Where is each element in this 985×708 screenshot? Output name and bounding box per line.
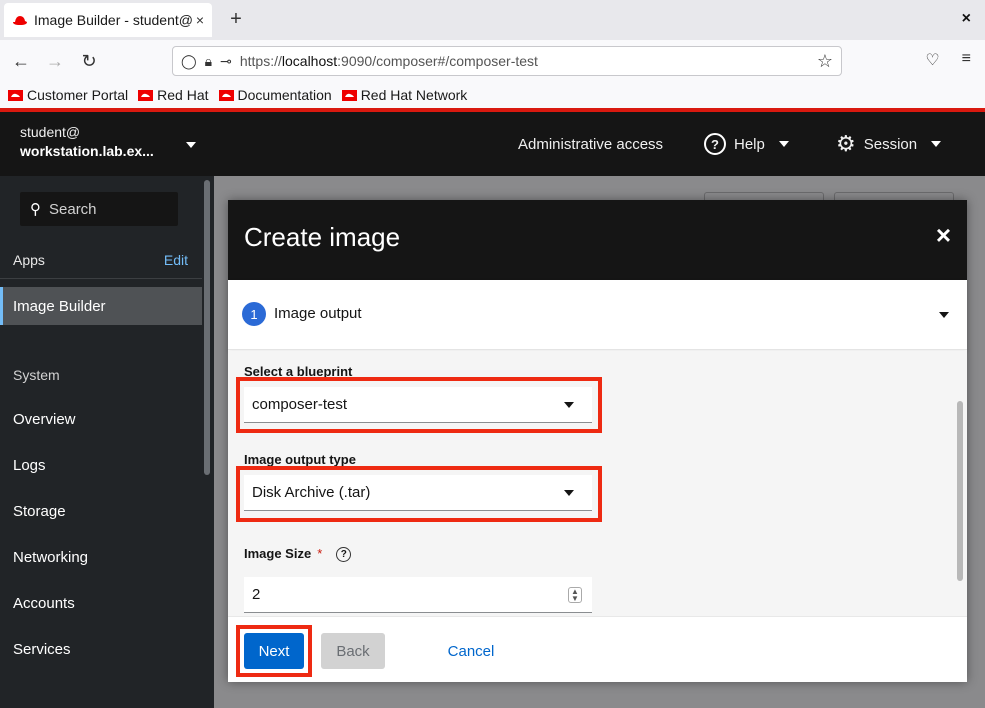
bookmark-documentation[interactable]: Documentation bbox=[218, 87, 332, 103]
bookmark-star-icon[interactable]: ☆ bbox=[817, 51, 833, 72]
highlight-box bbox=[236, 466, 602, 522]
chevron-down-icon bbox=[939, 312, 949, 318]
sidebar-item-storage[interactable]: Storage bbox=[13, 503, 66, 520]
step-label: Image output bbox=[274, 305, 362, 322]
reload-icon[interactable]: ↻ bbox=[72, 51, 106, 72]
bookmarks-bar: Customer Portal Red Hat Documentation Re… bbox=[0, 82, 985, 108]
back-button[interactable]: Back bbox=[321, 633, 385, 669]
edit-apps-link[interactable]: Edit bbox=[164, 252, 188, 268]
modal-title: Create image bbox=[244, 222, 401, 252]
sidebar-item-logs[interactable]: Logs bbox=[13, 457, 46, 474]
wizard-step-toggle[interactable]: 1 Image output bbox=[228, 280, 967, 350]
shield-icon: ◯ bbox=[181, 52, 197, 69]
forward-arrow-icon[interactable]: → bbox=[38, 51, 72, 72]
lock-icon: 🔒︎ bbox=[204, 52, 213, 69]
redhat-favicon-icon bbox=[13, 16, 27, 25]
key-icon: ⊸ bbox=[220, 52, 232, 69]
spinner-icon[interactable]: ▲ ▼ bbox=[568, 587, 582, 603]
search-input[interactable]: ⚲ Search bbox=[20, 192, 178, 226]
sidebar-item-networking[interactable]: Networking bbox=[13, 549, 88, 566]
sidebar-divider bbox=[0, 278, 202, 279]
url-bar[interactable]: ◯ 🔒︎ ⊸ https://localhost:9090/composer#/… bbox=[172, 46, 842, 76]
sidebar-item-services[interactable]: Services bbox=[13, 641, 71, 658]
new-tab-button[interactable]: + bbox=[224, 8, 248, 31]
host-name: workstation.lab.ex... bbox=[20, 143, 154, 159]
pocket-icon[interactable]: ♡ bbox=[925, 50, 939, 70]
search-placeholder: Search bbox=[49, 200, 97, 218]
highlight-box bbox=[236, 625, 312, 677]
image-size-input[interactable]: 2 ▲ ▼ bbox=[244, 577, 592, 613]
create-image-modal: Create image × 1 Image output Select a b… bbox=[228, 200, 967, 682]
chevron-down-icon bbox=[778, 141, 789, 147]
modal-header: Create image × bbox=[228, 200, 967, 280]
sidebar-item-overview[interactable]: Overview bbox=[13, 411, 76, 428]
output-type-label: Image output type bbox=[244, 452, 356, 467]
help-icon: ? bbox=[704, 133, 726, 155]
help-menu[interactable]: ? Help bbox=[704, 112, 789, 176]
help-icon[interactable]: ? bbox=[336, 547, 352, 563]
required-marker: * bbox=[317, 546, 323, 561]
sidebar-scrollbar[interactable] bbox=[204, 180, 210, 475]
host-switcher[interactable]: student@ workstation.lab.ex... bbox=[0, 112, 214, 176]
image-size-value: 2 bbox=[252, 586, 261, 603]
chevron-down-icon bbox=[931, 141, 942, 147]
apps-label: Apps bbox=[13, 252, 45, 268]
session-menu[interactable]: ⚙ Session bbox=[836, 112, 942, 176]
host-user: student@ bbox=[20, 124, 81, 140]
highlight-box bbox=[236, 377, 602, 433]
tab-close-icon[interactable]: × bbox=[196, 12, 204, 28]
bookmark-red-hat[interactable]: Red Hat bbox=[138, 87, 209, 103]
sidebar-item-image-builder[interactable]: Image Builder bbox=[0, 287, 202, 325]
browser-tab[interactable]: Image Builder - student@ × bbox=[4, 3, 212, 37]
bookmark-red-hat-network[interactable]: Red Hat Network bbox=[341, 87, 467, 103]
redhat-bookmark-icon bbox=[341, 89, 357, 101]
tab-title: Image Builder - student@ bbox=[34, 12, 192, 28]
close-icon[interactable]: × bbox=[936, 220, 951, 251]
gear-icon: ⚙ bbox=[836, 131, 856, 156]
redhat-bookmark-icon bbox=[8, 89, 23, 101]
bookmark-customer-portal[interactable]: Customer Portal bbox=[8, 87, 128, 103]
browser-nav-bar: ← → ↻ ◯ 🔒︎ ⊸ https://localhost:9090/comp… bbox=[0, 40, 985, 82]
app-header: Administrative access ? Help ⚙ Session bbox=[214, 112, 985, 176]
chevron-down-icon bbox=[186, 142, 196, 148]
sidebar: student@ workstation.lab.ex... ⚲ Search … bbox=[0, 112, 214, 708]
modal-body: Select a blueprint composer-test Image o… bbox=[228, 351, 967, 616]
search-icon: ⚲ bbox=[30, 201, 41, 218]
administrative-access-button[interactable]: Administrative access bbox=[518, 112, 663, 176]
modal-footer: Next Back Cancel bbox=[228, 616, 967, 682]
browser-tab-bar: Image Builder - student@ × + × bbox=[0, 0, 985, 40]
redhat-bookmark-icon bbox=[138, 89, 154, 101]
modal-scrollbar[interactable] bbox=[957, 401, 963, 581]
apps-row: Apps Edit bbox=[13, 252, 188, 268]
sidebar-section-system: System bbox=[13, 367, 60, 383]
step-number-badge: 1 bbox=[242, 302, 266, 326]
sidebar-item-accounts[interactable]: Accounts bbox=[13, 595, 75, 612]
redhat-bookmark-icon bbox=[218, 89, 234, 101]
url-text: https://localhost:9090/composer#/compose… bbox=[239, 53, 538, 69]
image-size-label: Image Size *? bbox=[244, 546, 352, 563]
menu-icon[interactable]: ≡ bbox=[962, 50, 971, 70]
cancel-button[interactable]: Cancel bbox=[434, 633, 508, 669]
back-arrow-icon[interactable]: ← bbox=[4, 51, 38, 72]
window-close-button[interactable]: × bbox=[962, 10, 971, 28]
